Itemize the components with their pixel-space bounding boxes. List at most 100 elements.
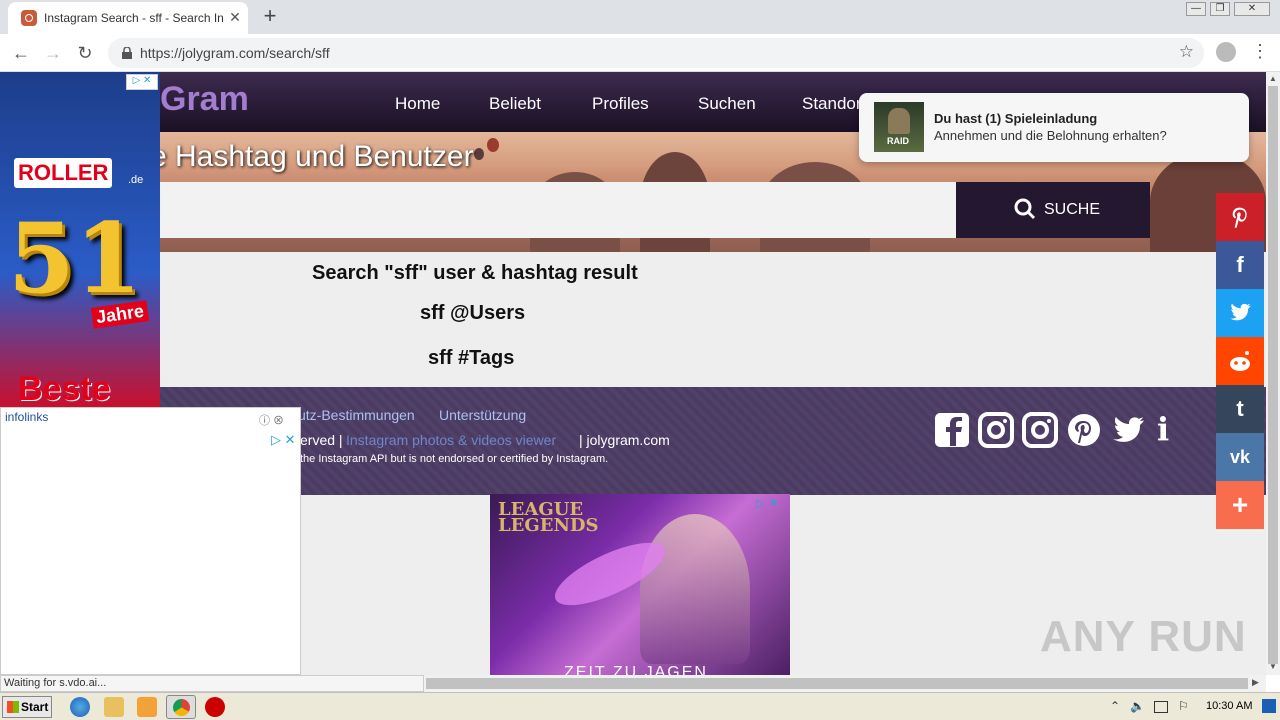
adchoices-icon[interactable]: ▷ ✕: [756, 496, 779, 510]
windows-logo-icon: [7, 701, 19, 713]
network-icon[interactable]: [1154, 701, 1168, 713]
pinterest-icon[interactable]: [1066, 412, 1102, 448]
footer-link-support[interactable]: Unterstützung: [439, 407, 526, 423]
search-button[interactable]: SUCHE: [956, 182, 1150, 238]
speaker-icon[interactable]: 🔈: [1130, 699, 1145, 713]
raid-logo-text: RAID: [887, 136, 909, 146]
instagram-icon[interactable]: [978, 412, 1014, 448]
nav-home[interactable]: Home: [395, 94, 440, 114]
lol-logo-line2: LEGENDS: [498, 515, 599, 536]
adchoices-icon[interactable]: ▷ ✕: [271, 432, 296, 448]
facebook-icon[interactable]: [934, 412, 970, 448]
forward-arrow-icon[interactable]: →: [40, 40, 66, 66]
roller-advertisement[interactable]: ROLLER .de 51 Jahre Beste: [0, 72, 160, 407]
adchoices-icon[interactable]: ▷ ✕: [126, 74, 158, 90]
browser-toolbar: ← → ↻ https://jolygram.com/search/sff ☆ …: [0, 34, 1280, 72]
scroll-down-arrow-icon[interactable]: ▼: [1269, 662, 1277, 671]
ad-beste-text: Beste: [18, 370, 111, 407]
anyrun-watermark: ANY RUN: [1040, 612, 1247, 661]
tab-title: Instagram Search - sff - Search In: [44, 11, 224, 25]
nav-beliebt[interactable]: Beliebt: [489, 94, 541, 114]
info-icon[interactable]: i: [1157, 411, 1169, 447]
vertical-scroll-thumb[interactable]: [1268, 86, 1278, 664]
infolinks-logo: infolinks: [5, 410, 49, 424]
action-center-flag-icon[interactable]: ⚐: [1178, 699, 1189, 713]
start-label: Start: [21, 700, 49, 714]
footer-disclaimer: the Instagram API but is not endorsed or…: [300, 453, 609, 465]
site-logo[interactable]: Gram: [160, 80, 249, 119]
media-player-icon[interactable]: [137, 697, 157, 717]
clock[interactable]: 10:30 AM: [1206, 700, 1252, 712]
share-twitter-icon[interactable]: [1216, 289, 1264, 337]
tags-heading: sff #Tags: [428, 347, 515, 369]
address-bar[interactable]: https://jolygram.com/search/sff ☆: [108, 38, 1204, 68]
chrome-icon: [173, 699, 190, 716]
chrome-taskbar-button[interactable]: [166, 695, 196, 719]
warrior-figure: [888, 108, 910, 134]
search-input[interactable]: [160, 182, 956, 238]
notification-title: Du hast (1) Spieleinladung: [934, 111, 1098, 126]
back-arrow-icon[interactable]: ←: [8, 40, 34, 66]
anniversary-number: 51: [8, 202, 142, 315]
ad-tagline: ZEIT ZU JAGEN: [564, 664, 708, 675]
footer-link-terms[interactable]: utz-Bestimmungen: [298, 407, 415, 423]
balloon: [474, 148, 484, 160]
windows-taskbar: Start ⌃ 🔈 ⚐ 10:30 AM: [0, 692, 1280, 720]
tab-strip: Instagram Search - sff - Search In ✕ + —…: [0, 0, 1280, 34]
balloon: [487, 138, 499, 152]
infolinks-controls-icon[interactable]: ⓘ ⊗: [259, 412, 284, 428]
horizontal-scroll-thumb[interactable]: [426, 678, 1248, 689]
footer-rights: erved |: [300, 432, 343, 448]
file-explorer-icon[interactable]: [104, 697, 124, 717]
notification-body: Annehmen und die Belohnung erhalten?: [934, 128, 1167, 143]
restore-button[interactable]: ❐: [1210, 2, 1230, 16]
share-reddit-icon[interactable]: [1216, 337, 1264, 385]
opera-icon[interactable]: [205, 697, 225, 717]
close-window-button[interactable]: ✕: [1234, 2, 1270, 16]
instagram-favicon-icon: [21, 10, 37, 26]
bookmark-star-icon[interactable]: ☆: [1179, 42, 1194, 62]
status-bar: Waiting for s.vdo.ai...: [0, 675, 424, 692]
search-button-label: SUCHE: [1044, 201, 1101, 218]
nav-suchen[interactable]: Suchen: [698, 94, 756, 114]
internet-explorer-icon[interactable]: [70, 697, 90, 717]
search-icon: [1014, 198, 1036, 220]
share-tumblr-icon[interactable]: t: [1216, 385, 1264, 433]
scroll-right-arrow-icon[interactable]: ▶: [1252, 677, 1259, 688]
horizontal-scrollbar[interactable]: ▶: [424, 675, 1266, 692]
league-of-legends-ad[interactable]: LEAGUE LEGENDS ▷ ✕ ZEIT ZU JAGEN: [490, 494, 790, 675]
infolinks-ad-panel[interactable]: infolinks ⓘ ⊗ ▷ ✕: [0, 407, 301, 675]
raid-game-thumbnail: RAID: [874, 102, 924, 152]
new-tab-button[interactable]: +: [258, 4, 282, 28]
menu-kebab-icon[interactable]: ⋮: [1250, 40, 1270, 62]
hero-title: e Hashtag und Benutzer: [150, 140, 474, 173]
url-text[interactable]: https://jolygram.com/search/sff: [140, 45, 330, 63]
share-more-icon[interactable]: +: [1216, 481, 1264, 529]
share-facebook-icon[interactable]: f: [1216, 241, 1264, 289]
profile-avatar-icon[interactable]: [1216, 42, 1236, 62]
nav-standort[interactable]: Standort: [802, 94, 866, 114]
nav-profiles[interactable]: Profiles: [592, 94, 649, 114]
footer-viewer-link[interactable]: Instagram photos & videos viewer: [346, 432, 556, 448]
lock-icon: [122, 47, 132, 59]
vertical-scrollbar[interactable]: ▲ ▼: [1266, 72, 1280, 675]
twitter-icon[interactable]: [1110, 412, 1146, 448]
reload-icon[interactable]: ↻: [72, 40, 98, 66]
share-vk-icon[interactable]: vk: [1216, 433, 1264, 481]
users-heading: sff @Users: [420, 302, 526, 324]
site-footer: utz-Bestimmungen Unterstützung erved | I…: [160, 387, 1266, 495]
tab-close-icon[interactable]: ✕: [226, 8, 244, 26]
tray-chevron-icon[interactable]: ⌃: [1110, 699, 1120, 713]
browser-tab[interactable]: Instagram Search - sff - Search In ✕: [8, 2, 248, 34]
share-pinterest-icon[interactable]: [1216, 193, 1264, 241]
show-desktop-icon[interactable]: [1262, 699, 1276, 713]
champion-figure: [640, 514, 750, 664]
minimize-button[interactable]: —: [1186, 2, 1206, 16]
push-notification[interactable]: RAID Du hast (1) Spieleinladung Annehmen…: [859, 93, 1249, 162]
roller-logo: ROLLER: [14, 158, 113, 188]
instagram-icon[interactable]: [1022, 412, 1058, 448]
start-button[interactable]: Start: [2, 696, 52, 718]
scroll-up-arrow-icon[interactable]: ▲: [1269, 74, 1277, 83]
results-heading: Search "sff" user & hashtag result: [312, 262, 638, 284]
roller-domain: .de: [128, 174, 144, 186]
